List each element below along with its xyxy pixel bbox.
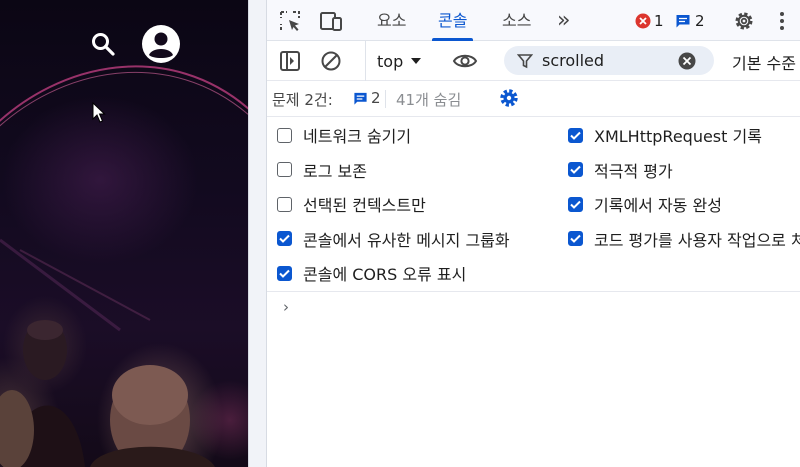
check-icon: [279, 234, 290, 243]
console-toolbar: top scrolled 기본 수준: [267, 41, 800, 81]
eye-icon[interactable]: [452, 50, 478, 72]
error-count: 1: [654, 12, 664, 30]
gear-icon[interactable]: [498, 87, 520, 109]
console-prompt[interactable]: ›: [283, 298, 289, 316]
setting-label: 적극적 평가: [594, 161, 673, 181]
search-icon[interactable]: [90, 31, 116, 57]
check-icon: [570, 200, 581, 209]
setting-label: 로그 보존: [303, 161, 367, 181]
setting-checkbox[interactable]: 콘솔에 CORS 오류 표시: [277, 262, 466, 284]
hero-artwork: [0, 65, 248, 467]
setting-label: 선택된 컨텍스트만: [303, 196, 426, 215]
filter-icon: [517, 54, 533, 69]
setting-checkbox[interactable]: 로그 보존: [277, 159, 367, 181]
checkbox-checked[interactable]: [568, 162, 583, 177]
issues-link[interactable]: 2: [353, 89, 381, 107]
filter-input[interactable]: scrolled: [542, 51, 604, 70]
setting-checkbox[interactable]: 코드 평가를 사용자 작업으로 처리: [568, 228, 800, 250]
issues-separator: [385, 90, 386, 108]
sidebar-icon[interactable]: [279, 50, 301, 72]
checkbox-checked[interactable]: [277, 231, 292, 246]
checkbox-checked[interactable]: [568, 196, 583, 212]
setting-checkbox[interactable]: 기록에서 자동 완성: [568, 193, 722, 215]
check-icon: [570, 165, 581, 174]
setting-label: 기록에서 자동 완성: [594, 196, 722, 215]
setting-label: 콘솔에서 유사한 메시지 그룹화: [303, 230, 510, 250]
filter-field[interactable]: scrolled: [504, 46, 714, 75]
dropdown-arrow-icon: [411, 58, 422, 64]
setting-checkbox[interactable]: XMLHttpRequest 기록: [568, 124, 762, 146]
device-toolbar-icon[interactable]: [319, 10, 342, 32]
tab-console[interactable]: 콘솔: [431, 0, 475, 41]
devtools-tabbar: 요소 콘솔 소스 » 1 2: [267, 0, 800, 41]
inspect-icon[interactable]: [279, 10, 301, 32]
error-badge[interactable]: 1: [635, 11, 664, 31]
message-count: 2: [695, 12, 705, 30]
splitter-handle[interactable]: [256, 7, 259, 21]
check-icon: [279, 269, 290, 278]
setting-checkbox[interactable]: 네트워크 숨기기: [277, 124, 411, 146]
tab-elements[interactable]: 요소: [377, 0, 406, 41]
message-badge[interactable]: 2: [675, 11, 705, 31]
setting-checkbox[interactable]: 콘솔에서 유사한 메시지 그룹화: [277, 228, 510, 250]
web-page-viewport: [0, 0, 248, 467]
message-icon: [354, 92, 367, 105]
message-icon: [676, 15, 690, 28]
setting-label: XMLHttpRequest 기록: [594, 127, 762, 146]
check-icon: [570, 131, 581, 140]
checkbox-unchecked[interactable]: [277, 162, 292, 177]
setting-label: 네트워크 숨기기: [303, 127, 412, 146]
devtools-panel: 요소 콘솔 소스 » 1 2 top scrolled 기본 수준 문제 2건:…: [267, 0, 800, 467]
checkbox-checked[interactable]: [568, 231, 583, 246]
checkbox-checked[interactable]: [568, 127, 583, 143]
issues-count: 2: [371, 89, 381, 107]
panel-splitter[interactable]: [248, 0, 267, 467]
hidden-count: 41개 숨김: [396, 91, 462, 109]
console-settings-panel: 네트워크 숨기기로그 보존선택된 컨텍스트만콘솔에서 유사한 메시지 그룹화콘솔…: [267, 117, 800, 292]
context-selector[interactable]: top: [365, 41, 422, 81]
context-value: top: [377, 51, 404, 71]
more-tabs-button[interactable]: »: [557, 0, 570, 41]
clear-icon[interactable]: [320, 50, 342, 72]
more-vert-icon[interactable]: [776, 10, 788, 32]
clear-filter-icon[interactable]: [678, 52, 696, 70]
error-icon: [635, 13, 651, 29]
setting-label: 코드 평가를 사용자 작업으로 처리: [594, 230, 800, 250]
mouse-cursor-icon: [92, 101, 106, 124]
account-icon[interactable]: [141, 24, 181, 64]
tab-sources[interactable]: 소스: [502, 0, 531, 41]
issues-bar: 문제 2건: 2 41개 숨김: [267, 81, 800, 117]
checkbox-unchecked[interactable]: [277, 196, 292, 212]
gear-icon[interactable]: [733, 10, 755, 32]
checkbox-unchecked[interactable]: [277, 127, 292, 143]
check-icon: [570, 234, 581, 243]
checkbox-checked[interactable]: [277, 265, 292, 281]
log-level-selector[interactable]: 기본 수준: [732, 50, 796, 74]
setting-checkbox[interactable]: 선택된 컨텍스트만: [277, 193, 426, 215]
setting-label: 콘솔에 CORS 오류 표시: [303, 265, 467, 284]
issues-label: 문제 2건:: [272, 91, 333, 109]
setting-checkbox[interactable]: 적극적 평가: [568, 159, 673, 181]
